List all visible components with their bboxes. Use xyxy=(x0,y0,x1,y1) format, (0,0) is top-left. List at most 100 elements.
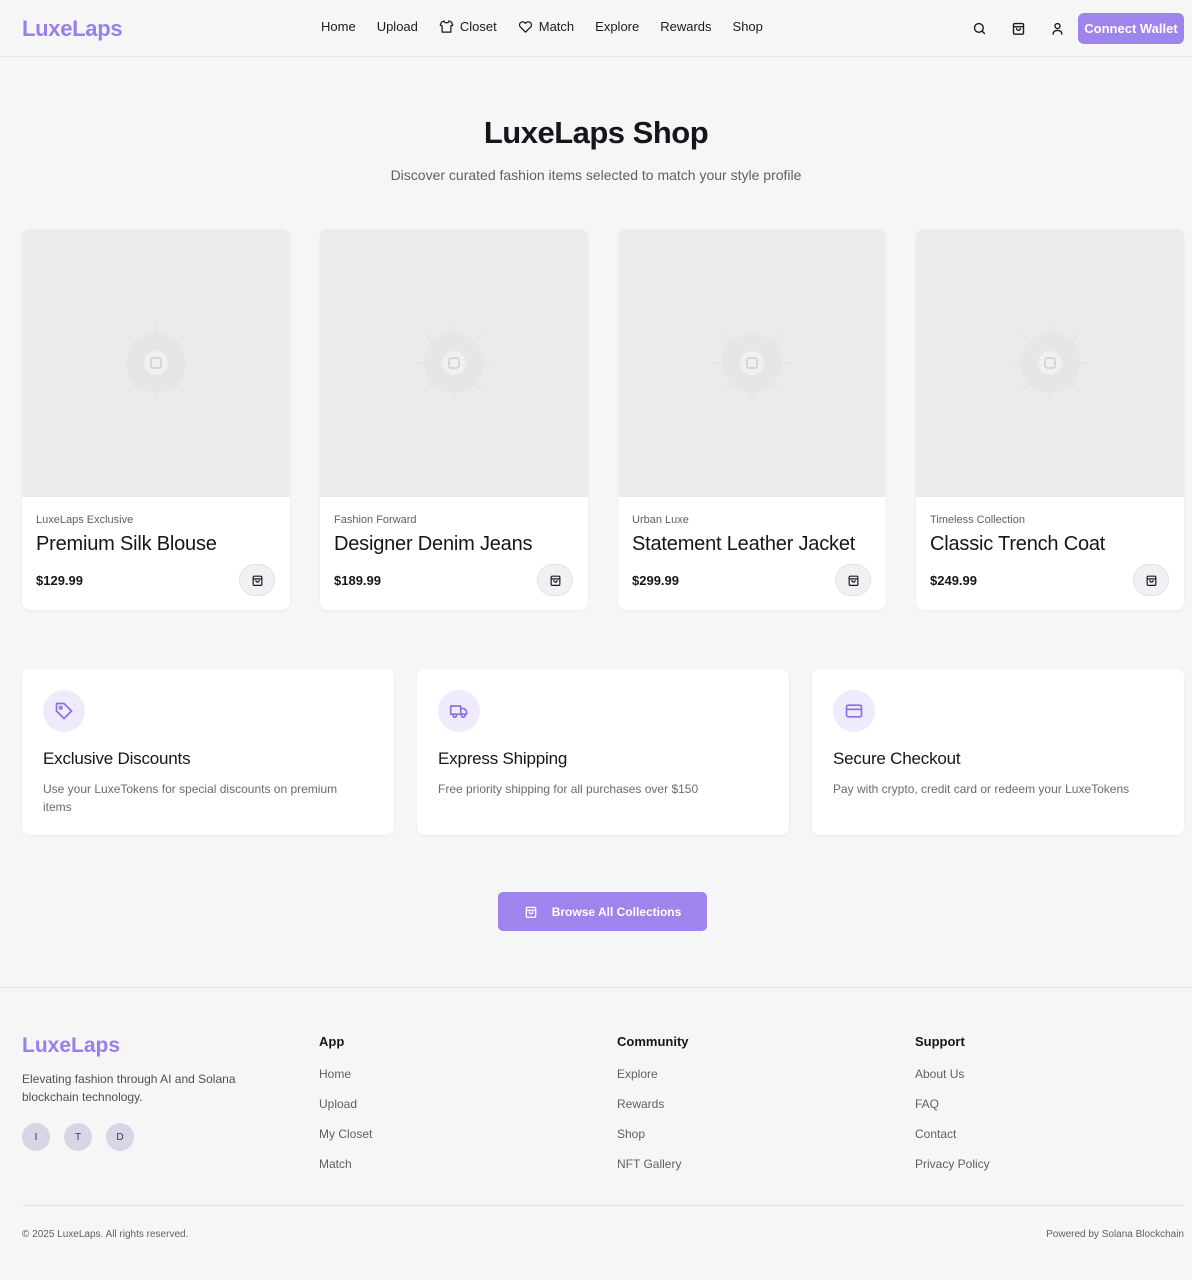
feature-text: Pay with crypto, credit card or redeem y… xyxy=(833,782,1130,796)
footer-link[interactable]: FAQ xyxy=(915,1097,990,1113)
credit-card-icon xyxy=(833,690,875,732)
feature-card-checkout: Secure Checkout Pay with crypto, credit … xyxy=(812,669,1184,835)
social-link-discord[interactable]: D xyxy=(106,1123,134,1151)
footer-logo[interactable]: LuxeLaps xyxy=(22,1034,120,1058)
shopping-bag-icon xyxy=(252,575,262,586)
nav-explore[interactable]: Explore xyxy=(595,19,639,34)
feature-title: Secure Checkout xyxy=(833,749,961,768)
footer-column-title: App xyxy=(319,1034,345,1049)
product-image-placeholder[interactable] xyxy=(320,229,588,497)
product-image-placeholder[interactable] xyxy=(22,229,290,497)
nav-match-label: Match xyxy=(538,19,575,34)
image-placeholder-icon xyxy=(414,323,494,403)
product-price: $189.99 xyxy=(334,573,381,588)
nav-match[interactable]: Match xyxy=(518,19,574,34)
product-name[interactable]: Classic Trench Coat xyxy=(930,533,1105,556)
feature-title: Express Shipping xyxy=(438,749,568,768)
footer-link[interactable]: Rewards xyxy=(617,1097,689,1113)
logo[interactable]: LuxeLaps xyxy=(22,16,123,42)
nav-explore-label: Explore xyxy=(595,19,640,34)
product-image-placeholder[interactable] xyxy=(916,229,1184,497)
feature-text: Use your LuxeTokens for special discount… xyxy=(43,782,338,814)
footer-tagline: Elevating fashion through AI and Solana … xyxy=(22,1072,236,1104)
product-price: $249.99 xyxy=(930,573,977,588)
footer-column-community: Community Explore Rewards Shop NFT Galle… xyxy=(617,1034,689,1187)
social-links: I T D xyxy=(22,1123,148,1151)
feature-title: Exclusive Discounts xyxy=(43,749,191,768)
footer-column-app: App Home Upload My Closet Match xyxy=(319,1034,372,1187)
footer-link[interactable]: Shop xyxy=(617,1127,689,1143)
footer-bottom-divider xyxy=(22,1205,1184,1206)
image-placeholder-icon xyxy=(712,323,792,403)
product-brand: Urban Luxe xyxy=(632,514,689,526)
powered-by-text: Powered by Solana Blockchain xyxy=(1046,1229,1184,1240)
nav-home-label: Home xyxy=(321,19,356,34)
footer-divider xyxy=(0,987,1192,988)
search-icon[interactable] xyxy=(970,19,988,37)
social-link-instagram[interactable]: I xyxy=(22,1123,50,1151)
footer-column-title: Community xyxy=(617,1034,689,1049)
nav-shop-label: Shop xyxy=(732,19,763,34)
header-actions xyxy=(970,19,1087,37)
add-to-cart-button[interactable] xyxy=(1133,564,1169,596)
nav-upload[interactable]: Upload xyxy=(377,19,418,34)
copyright-text: © 2025 LuxeLaps. All rights reserved. xyxy=(22,1229,189,1240)
product-brand: Timeless Collection xyxy=(930,514,1025,526)
nav-upload-label: Upload xyxy=(376,19,418,34)
main-nav: Home Upload Closet Match Explore Rewards… xyxy=(321,19,784,34)
browse-all-collections-button[interactable]: Browse All Collections xyxy=(498,892,707,931)
product-brand: Fashion Forward xyxy=(334,514,417,526)
footer-link[interactable]: Upload xyxy=(319,1097,372,1113)
nav-home[interactable]: Home xyxy=(321,19,356,34)
tag-icon xyxy=(43,690,85,732)
nav-rewards[interactable]: Rewards xyxy=(660,19,711,34)
nav-closet[interactable]: Closet xyxy=(439,19,497,34)
feature-card-discounts: Exclusive Discounts Use your LuxeTokens … xyxy=(22,669,394,835)
truck-icon xyxy=(438,690,480,732)
add-to-cart-button[interactable] xyxy=(537,564,573,596)
product-card[interactable]: LuxeLaps Exclusive Premium Silk Blouse $… xyxy=(22,229,290,610)
nav-shop[interactable]: Shop xyxy=(733,19,763,34)
footer-column-title: Support xyxy=(915,1034,965,1049)
connect-wallet-button[interactable]: Connect Wallet xyxy=(1078,13,1184,44)
page-title: LuxeLaps Shop xyxy=(483,115,709,150)
nav-rewards-label: Rewards xyxy=(660,19,712,34)
footer-link[interactable]: Contact xyxy=(915,1127,990,1143)
browse-label: Browse All Collections xyxy=(551,904,682,919)
shopping-bag-icon xyxy=(550,575,560,586)
footer-link[interactable]: Privacy Policy xyxy=(915,1157,990,1173)
feature-text: Free priority shipping for all purchases… xyxy=(438,782,699,796)
page-subtitle: Discover curated fashion items selected … xyxy=(390,167,802,183)
add-to-cart-button[interactable] xyxy=(239,564,275,596)
footer-link[interactable]: My Closet xyxy=(319,1127,372,1143)
add-to-cart-button[interactable] xyxy=(835,564,871,596)
nav-closet-label: Closet xyxy=(459,19,497,34)
product-card[interactable]: Urban Luxe Statement Leather Jacket $299… xyxy=(618,229,886,610)
top-navbar: LuxeLaps Home Upload Closet Match Explor… xyxy=(0,0,1192,57)
footer-link[interactable]: About Us xyxy=(915,1067,990,1083)
product-card[interactable]: Fashion Forward Designer Denim Jeans $18… xyxy=(320,229,588,610)
shopping-bag-icon xyxy=(525,906,537,918)
social-link-twitter[interactable]: T xyxy=(64,1123,92,1151)
product-image-placeholder[interactable] xyxy=(618,229,886,497)
footer-link[interactable]: Home xyxy=(319,1067,372,1083)
product-brand: LuxeLaps Exclusive xyxy=(36,514,134,526)
product-name[interactable]: Designer Denim Jeans xyxy=(334,533,533,556)
heart-icon xyxy=(518,21,532,33)
footer-link[interactable]: Match xyxy=(319,1157,372,1173)
shopping-bag-icon xyxy=(1146,575,1156,586)
product-name[interactable]: Premium Silk Blouse xyxy=(36,533,217,556)
product-price: $129.99 xyxy=(36,573,83,588)
shirt-icon xyxy=(439,20,454,33)
footer-column-support: Support About Us FAQ Contact Privacy Pol… xyxy=(915,1034,990,1187)
footer-link[interactable]: Explore xyxy=(617,1067,689,1083)
product-price: $299.99 xyxy=(632,573,679,588)
image-placeholder-icon xyxy=(1010,323,1090,403)
user-icon[interactable] xyxy=(1048,19,1066,37)
product-card[interactable]: Timeless Collection Classic Trench Coat … xyxy=(916,229,1184,610)
shopping-bag-icon xyxy=(848,575,858,586)
product-name[interactable]: Statement Leather Jacket xyxy=(632,533,855,556)
image-placeholder-icon xyxy=(116,323,196,403)
shopping-bag-icon[interactable] xyxy=(1009,19,1027,37)
footer-link[interactable]: NFT Gallery xyxy=(617,1157,689,1173)
